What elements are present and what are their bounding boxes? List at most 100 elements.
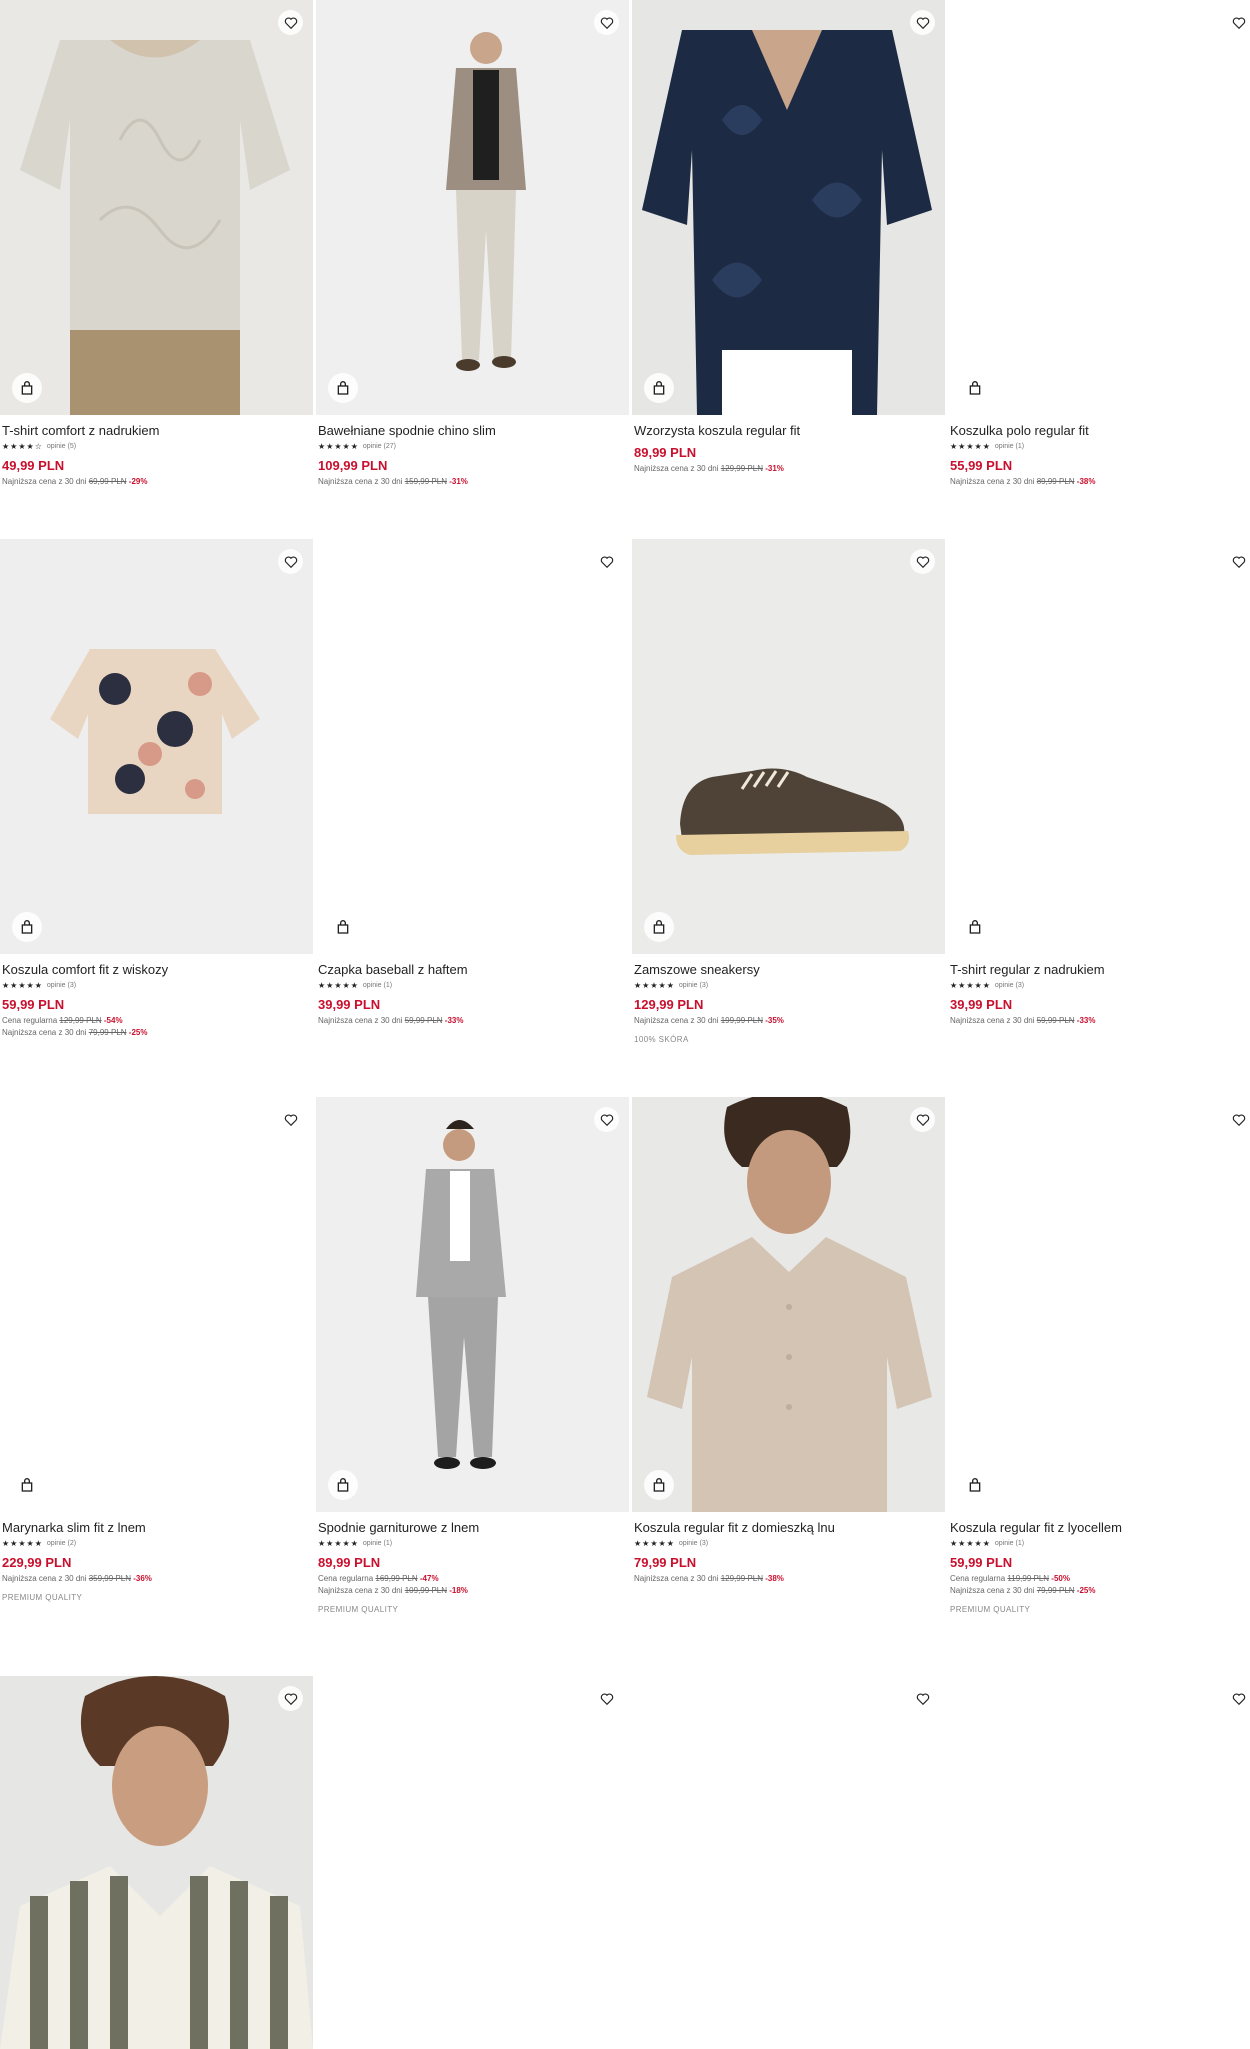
shopping-bag-icon bbox=[337, 920, 349, 934]
wishlist-button[interactable] bbox=[278, 1686, 303, 1711]
price-line-label: Najniższa cena z 30 dni bbox=[950, 1586, 1035, 1595]
product-name[interactable]: Marynarka slim fit z lnem bbox=[2, 1520, 311, 1536]
product-image[interactable] bbox=[316, 1097, 629, 1512]
product-name[interactable]: Czapka baseball z haftem bbox=[318, 962, 627, 978]
review-count[interactable]: opinie (1) bbox=[363, 981, 392, 991]
discount-badge: -38% bbox=[1076, 477, 1096, 486]
product-image[interactable] bbox=[316, 1676, 629, 2049]
product-image[interactable] bbox=[948, 1676, 1250, 2049]
review-count[interactable]: opinie (1) bbox=[995, 1539, 1024, 1549]
product-image[interactable] bbox=[316, 539, 629, 954]
lowest-price-line: Najniższa cena z 30 dni 109,99 PLN -18% bbox=[318, 1586, 627, 1596]
rating-stars: ★★★★★ bbox=[634, 981, 675, 990]
product-name[interactable]: Koszula regular fit z lyocellem bbox=[950, 1520, 1250, 1536]
wishlist-button[interactable] bbox=[910, 1686, 935, 1711]
wishlist-button[interactable] bbox=[278, 549, 303, 574]
product-image[interactable] bbox=[0, 1676, 313, 2049]
product-name[interactable]: Koszulka polo regular fit bbox=[950, 423, 1250, 439]
product-card[interactable]: Bawełniane spodnie chino slim ★★★★★ opini… bbox=[316, 0, 629, 487]
wishlist-button[interactable] bbox=[594, 549, 619, 574]
review-count[interactable]: opinie (5) bbox=[47, 442, 76, 452]
product-price: 79,99 PLN bbox=[634, 1555, 697, 1570]
add-to-bag-button[interactable] bbox=[960, 373, 990, 403]
product-card[interactable]: Czapka baseball z haftem ★★★★★ opinie (1)… bbox=[316, 539, 629, 1026]
review-count[interactable]: opinie (2) bbox=[47, 1539, 76, 1549]
wishlist-button[interactable] bbox=[1226, 549, 1250, 574]
discount-badge: -33% bbox=[1076, 1016, 1096, 1025]
product-image[interactable] bbox=[948, 1097, 1250, 1512]
product-image[interactable] bbox=[316, 0, 629, 415]
wishlist-button[interactable] bbox=[594, 1686, 619, 1711]
product-card[interactable]: Spodnie garniturowe z lnem ★★★★★ opinie (… bbox=[316, 1097, 629, 1615]
product-card[interactable]: Koszula regular fit z lyocellem ★★★★★ opi… bbox=[948, 1097, 1250, 1615]
heart-outline-icon bbox=[916, 1113, 929, 1126]
wishlist-button[interactable] bbox=[594, 1107, 619, 1132]
add-to-bag-button[interactable] bbox=[12, 912, 42, 942]
product-card[interactable]: Zamszowe sneakersy ★★★★★ opinie (3) 129,9… bbox=[632, 539, 945, 1045]
product-name[interactable]: T-shirt comfort z nadrukiem bbox=[2, 423, 311, 439]
review-count[interactable]: opinie (1) bbox=[995, 442, 1024, 452]
product-card[interactable]: Koszula comfort fit z wiskozy ★★★★★ opini… bbox=[0, 539, 313, 1038]
product-card[interactable]: T-shirt regular z nadrukiem ★★★★★ opinie … bbox=[948, 539, 1250, 1026]
wishlist-button[interactable] bbox=[910, 549, 935, 574]
add-to-bag-button[interactable] bbox=[328, 373, 358, 403]
product-image[interactable] bbox=[632, 539, 945, 954]
product-image[interactable] bbox=[632, 1097, 945, 1512]
wishlist-button[interactable] bbox=[1226, 1686, 1250, 1711]
add-to-bag-button[interactable] bbox=[12, 373, 42, 403]
product-card[interactable] bbox=[0, 1676, 313, 2049]
wishlist-button[interactable] bbox=[594, 10, 619, 35]
product-image[interactable] bbox=[948, 0, 1250, 415]
add-to-bag-button[interactable] bbox=[644, 373, 674, 403]
add-to-bag-button[interactable] bbox=[328, 912, 358, 942]
product-image[interactable] bbox=[0, 1097, 313, 1512]
add-to-bag-button[interactable] bbox=[328, 1470, 358, 1500]
add-to-bag-button[interactable] bbox=[644, 912, 674, 942]
product-card[interactable] bbox=[316, 1676, 629, 2049]
product-card[interactable]: Marynarka slim fit z lnem ★★★★★ opinie (2… bbox=[0, 1097, 313, 1603]
product-card[interactable] bbox=[948, 1676, 1250, 2049]
old-price: 79,99 PLN bbox=[88, 1028, 127, 1037]
old-price: 119,99 PLN bbox=[1007, 1574, 1050, 1583]
product-name[interactable]: Koszula regular fit z domieszką lnu bbox=[634, 1520, 943, 1536]
product-name[interactable]: Spodnie garniturowe z lnem bbox=[318, 1520, 627, 1536]
product-image[interactable] bbox=[632, 1676, 945, 2049]
review-count[interactable]: opinie (3) bbox=[679, 1539, 708, 1549]
wishlist-button[interactable] bbox=[278, 10, 303, 35]
regular-price-line: Cena regularna 169,99 PLN -47% bbox=[318, 1574, 627, 1584]
review-count[interactable]: opinie (1) bbox=[363, 1539, 392, 1549]
product-image[interactable] bbox=[948, 539, 1250, 954]
review-count[interactable]: opinie (27) bbox=[363, 442, 396, 452]
wishlist-button[interactable] bbox=[278, 1107, 303, 1132]
product-name[interactable]: Koszula comfort fit z wiskozy bbox=[2, 962, 311, 978]
add-to-bag-button[interactable] bbox=[644, 1470, 674, 1500]
add-to-bag-button[interactable] bbox=[960, 912, 990, 942]
product-card[interactable]: T-shirt comfort z nadrukiem ★★★★☆ opinie … bbox=[0, 0, 313, 487]
premium-quality-tag: PREMIUM QUALITY bbox=[2, 1593, 83, 1602]
add-to-bag-button[interactable] bbox=[960, 1470, 990, 1500]
product-image[interactable] bbox=[632, 0, 945, 415]
product-card[interactable]: Koszula regular fit z domieszką lnu ★★★★… bbox=[632, 1097, 945, 1584]
product-image[interactable] bbox=[0, 0, 313, 415]
review-count[interactable]: opinie (3) bbox=[995, 981, 1024, 991]
lowest-price-line: Najniższa cena z 30 dni 129,99 PLN -31% bbox=[634, 464, 943, 474]
product-card[interactable]: Wzorzysta koszula regular fit 89,99 PLN … bbox=[632, 0, 945, 474]
wishlist-button[interactable] bbox=[910, 10, 935, 35]
review-count[interactable]: opinie (3) bbox=[47, 981, 76, 991]
product-name[interactable]: T-shirt regular z nadrukiem bbox=[950, 962, 1250, 978]
wishlist-button[interactable] bbox=[910, 1107, 935, 1132]
rating-stars: ★★★★★ bbox=[634, 1539, 675, 1548]
review-count[interactable]: opinie (3) bbox=[679, 981, 708, 991]
product-card[interactable] bbox=[632, 1676, 945, 2049]
product-name[interactable]: Wzorzysta koszula regular fit bbox=[634, 423, 943, 439]
wishlist-button[interactable] bbox=[1226, 10, 1250, 35]
product-name[interactable]: Zamszowe sneakersy bbox=[634, 962, 943, 978]
heart-outline-icon bbox=[600, 1692, 613, 1705]
product-card[interactable]: Koszulka polo regular fit ★★★★★ opinie (1… bbox=[948, 0, 1250, 487]
wishlist-button[interactable] bbox=[1226, 1107, 1250, 1132]
product-image[interactable] bbox=[0, 539, 313, 954]
rating-stars: ★★★★★ bbox=[318, 442, 359, 451]
product-name[interactable]: Bawełniane spodnie chino slim bbox=[318, 423, 627, 439]
add-to-bag-button[interactable] bbox=[12, 1470, 42, 1500]
rating-stars: ★★★★★ bbox=[318, 1539, 359, 1548]
